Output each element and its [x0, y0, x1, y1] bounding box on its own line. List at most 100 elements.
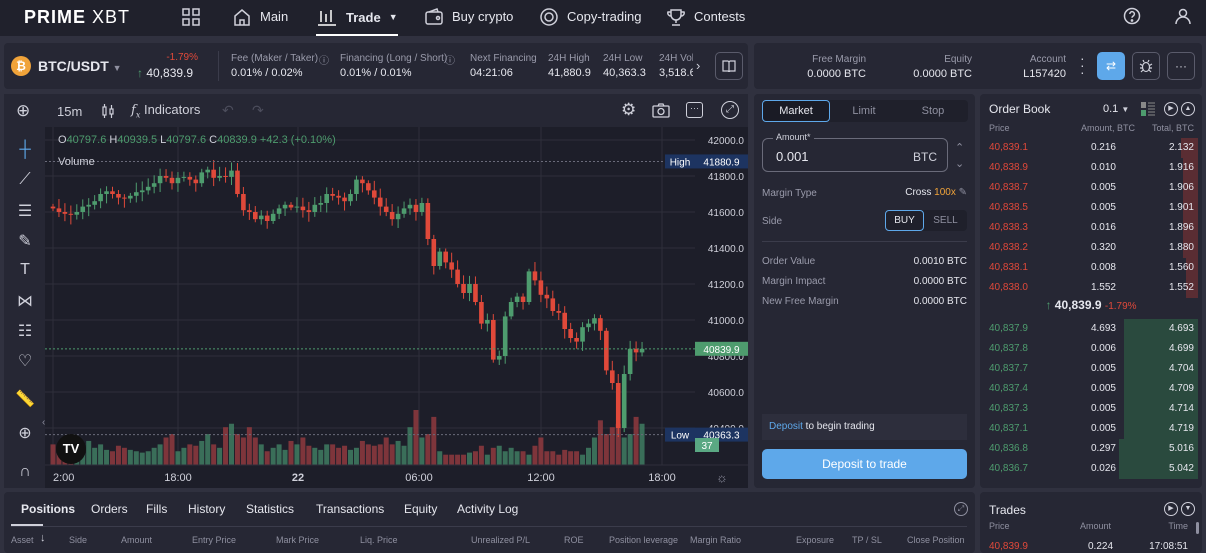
sort-arrow-icon[interactable]: ↓	[40, 532, 46, 544]
more-icon[interactable]: ···	[1167, 52, 1195, 80]
scrollbar[interactable]	[1196, 522, 1199, 534]
undo-icon[interactable]: ↶	[222, 102, 234, 119]
ask-row[interactable]: 40,838.1 0.008 1.560	[980, 258, 1202, 278]
bid-row[interactable]: 40,836.8 0.297 5.016	[980, 439, 1202, 459]
crosshair-icon[interactable]: ┼	[14, 141, 36, 159]
tab-positions[interactable]: Positions	[21, 502, 75, 516]
camera-icon[interactable]	[652, 103, 670, 121]
ask-row[interactable]: 40,838.5 0.005 1.901	[980, 198, 1202, 218]
tab-history[interactable]: History	[188, 502, 225, 516]
col-header[interactable]: Asset	[11, 535, 34, 545]
settings-icon[interactable]: ⚙	[621, 100, 636, 120]
swap-icon[interactable]: ⇄	[1097, 52, 1125, 80]
more-icon[interactable]: ···	[686, 102, 703, 118]
info-icon[interactable]: ⓘ	[319, 52, 329, 67]
col-header[interactable]: Mark Price	[276, 535, 319, 545]
chevron-down-icon[interactable]: ⌄	[955, 158, 964, 170]
bid-row[interactable]: 40,837.9 4.693 4.693	[980, 319, 1202, 339]
ask-row[interactable]: 40,838.2 0.320 1.880	[980, 238, 1202, 258]
tab-transactions[interactable]: Transactions	[316, 502, 384, 516]
zoom-in-icon[interactable]: ⊕	[14, 423, 36, 443]
apps-grid-icon[interactable]	[181, 7, 201, 27]
col-header[interactable]: Side	[69, 535, 87, 545]
symbol-selector[interactable]: BTC/USDT ▼	[38, 58, 122, 74]
ask-row[interactable]: 40,838.0 1.552 1.552	[980, 278, 1202, 298]
bid-row[interactable]: 40,836.7 0.026 5.042	[980, 459, 1202, 479]
indicators-button[interactable]: fx Indicators	[131, 102, 200, 120]
nav-buy-crypto[interactable]: Buy crypto	[424, 0, 513, 33]
fib-icon[interactable]: ☰	[14, 201, 36, 221]
col-header[interactable]: Margin Ratio	[690, 535, 741, 545]
tab-equity[interactable]: Equity	[404, 502, 437, 516]
col-header[interactable]: Exposure	[796, 535, 834, 545]
play-icon[interactable]: ▶	[1164, 102, 1178, 116]
brush-icon[interactable]: ✎	[14, 231, 36, 251]
bid-row[interactable]: 40,837.4 0.005 4.709	[980, 379, 1202, 399]
tab-stop[interactable]: Stop	[898, 100, 968, 122]
bid-row[interactable]: 40,837.3 0.005 4.714	[980, 399, 1202, 419]
bug-icon[interactable]	[1132, 52, 1160, 80]
nav-contests[interactable]: Contests	[666, 0, 745, 33]
interval-selector[interactable]: 15m	[57, 104, 82, 119]
book-layout-icon[interactable]	[1141, 102, 1155, 119]
col-header[interactable]: Entry Price	[192, 535, 236, 545]
fullscreen-icon[interactable]: ⤢	[721, 101, 739, 119]
help-icon[interactable]	[1123, 7, 1141, 25]
chart-settings-icon[interactable]: ☼	[716, 470, 728, 485]
account-menu-icon[interactable]: · · ·	[1080, 51, 1085, 79]
trend-line-icon[interactable]: ⟋	[14, 171, 36, 189]
bid-row[interactable]: 40,837.8 0.006 4.699	[980, 339, 1202, 359]
margin-type-selector[interactable]: Cross 100x ✎	[905, 187, 967, 198]
col-header[interactable]: Liq. Price	[360, 535, 398, 545]
deposit-to-trade-button[interactable]: Deposit to trade	[762, 449, 967, 479]
amount-stepper[interactable]: ⌃ ⌄	[955, 140, 964, 172]
collapse-down-icon[interactable]: ▼	[1181, 502, 1195, 516]
redo-icon[interactable]: ↷	[252, 102, 264, 119]
sell-button[interactable]: SELL	[924, 210, 967, 231]
candles-icon[interactable]	[101, 103, 115, 122]
tab-activity-log[interactable]: Activity Log	[457, 502, 518, 516]
ask-row[interactable]: 40,839.1 0.216 2.132	[980, 138, 1202, 158]
price-step-selector[interactable]: 0.1 ▼	[1103, 103, 1129, 115]
col-header[interactable]: Close Position	[907, 535, 965, 545]
book-icon[interactable]	[715, 52, 743, 80]
tab-orders[interactable]: Orders	[91, 502, 128, 516]
chevron-right-icon[interactable]: ›	[696, 58, 700, 73]
col-header[interactable]: Position leverage	[609, 535, 678, 545]
nav-trade[interactable]: Trade ▼	[316, 0, 398, 36]
bid-row[interactable]: 40,837.7 0.005 4.704	[980, 359, 1202, 379]
volume-bar	[288, 440, 294, 465]
ask-row[interactable]: 40,838.7 0.005 1.906	[980, 178, 1202, 198]
chevron-up-icon[interactable]: ⌃	[955, 142, 964, 154]
play-icon[interactable]: ▶	[1164, 502, 1178, 516]
info-icon[interactable]: ⓘ	[445, 52, 455, 67]
nav-main[interactable]: Main	[232, 0, 288, 33]
forecast-icon[interactable]: ☷	[14, 321, 36, 341]
add-icon[interactable]: ⊕	[16, 101, 30, 121]
col-header[interactable]: Amount	[121, 535, 152, 545]
buy-button[interactable]: BUY	[885, 210, 924, 231]
deposit-link[interactable]: Deposit	[769, 421, 803, 432]
nav-copy-trading[interactable]: Copy-trading	[539, 0, 641, 33]
tab-market[interactable]: Market	[762, 100, 830, 122]
expand-icon[interactable]: ⤢	[954, 502, 968, 516]
col-header[interactable]: Unrealized P/L	[471, 535, 530, 545]
ask-row[interactable]: 40,838.9 0.010 1.916	[980, 158, 1202, 178]
collapse-up-icon[interactable]: ▲	[1181, 102, 1195, 116]
magnet-icon[interactable]: ∩	[14, 463, 36, 481]
tab-limit[interactable]: Limit	[830, 100, 898, 122]
col-header[interactable]: ROE	[564, 535, 584, 545]
price-chart[interactable]: 42000.0 41800.0 41600.0 41400.0 41200.0 41000…	[45, 127, 748, 488]
ask-row[interactable]: 40,838.3 0.016 1.896	[980, 218, 1202, 238]
bid-row[interactable]: 40,837.1 0.005 4.719	[980, 419, 1202, 439]
user-icon[interactable]	[1174, 7, 1192, 25]
favorite-icon[interactable]: ♡	[14, 351, 36, 371]
pattern-icon[interactable]: ⋈	[14, 291, 36, 311]
tab-statistics[interactable]: Statistics	[246, 502, 294, 516]
ruler-icon[interactable]: 📏	[14, 389, 36, 409]
col-header[interactable]: TP / SL	[852, 535, 882, 545]
tab-fills[interactable]: Fills	[146, 502, 167, 516]
amount-input[interactable]: Amount* 0.001 BTC	[762, 132, 948, 172]
text-icon[interactable]: T	[14, 261, 36, 279]
logo[interactable]: PRIME XBT	[24, 7, 130, 28]
